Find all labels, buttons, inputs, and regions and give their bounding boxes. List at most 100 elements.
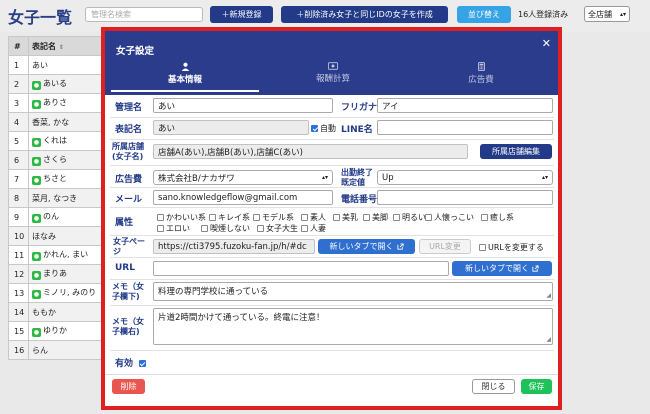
table-row[interactable]: 16 らん	[8, 340, 109, 360]
row-number: 7	[8, 169, 29, 189]
furigana-input[interactable]: アイ	[377, 98, 553, 113]
row-display-name[interactable]: ● くれは	[28, 131, 109, 151]
table-row[interactable]: 2 ● あいる	[8, 74, 109, 94]
girls-page-open-new-tab-button[interactable]: 新しいタブで開く	[318, 239, 415, 254]
attribute-checkbox[interactable]: 癒し系	[481, 212, 514, 223]
close-icon[interactable]: ✕	[542, 37, 551, 50]
row-divider	[110, 139, 554, 140]
ad-fee-select[interactable]: 株式会社B/ナカザワ ▴▾	[153, 170, 333, 185]
table-row[interactable]: 5 ● くれは	[8, 131, 109, 151]
close-button[interactable]: 閉じる	[472, 379, 515, 394]
attribute-checkbox[interactable]: 美乳	[333, 212, 358, 223]
attribute-checkbox[interactable]: モデル系	[253, 212, 294, 223]
mail-input[interactable]: sano.knowledgeflow@gmail.com	[153, 190, 333, 205]
table-row[interactable]: 9 ● のん	[8, 207, 109, 227]
phone-input[interactable]	[377, 190, 553, 205]
row-display-name-text: ももか	[32, 307, 56, 317]
create-same-id-button[interactable]: ＋削除済み女子と同じIDの女子を作成	[281, 6, 448, 23]
attribute-checkbox[interactable]: かわいい系	[157, 212, 206, 223]
attribute-checkbox[interactable]: エロい	[157, 223, 190, 234]
table-row[interactable]: 3 ● ありさ	[8, 93, 109, 113]
table-row[interactable]: 8 菜月, なつき	[8, 188, 109, 208]
girls-page-open-new-tab-label: 新しいタブで開く	[329, 242, 394, 251]
attribute-checkbox[interactable]: 明るい	[393, 212, 426, 223]
shift-end-label-line2: 既定値	[341, 178, 365, 187]
delete-button[interactable]: 削除	[112, 379, 145, 394]
row-display-name[interactable]: ● まりあ	[28, 264, 109, 284]
table-row[interactable]: 4 香菜, かな	[8, 112, 109, 132]
shift-end-label-line1: 出勤終了	[341, 168, 373, 177]
display-name-input[interactable]: あい	[153, 120, 309, 135]
auto-checkbox[interactable]: 自動	[311, 123, 336, 134]
url-change-button[interactable]: URL変更	[419, 239, 471, 254]
attribute-checkbox[interactable]: キレイ系	[209, 212, 250, 223]
search-input[interactable]	[85, 7, 203, 22]
row-display-name[interactable]: ● ミノリ, みのり	[28, 283, 109, 303]
row-number: 14	[8, 302, 29, 322]
url-open-new-tab-button[interactable]: 新しいタブで開く	[452, 261, 552, 276]
admin-name-input[interactable]: あい	[153, 98, 333, 113]
row-display-name-text: 菜月, なつき	[32, 193, 78, 203]
external-link-icon	[532, 265, 539, 272]
store-label-line2: (女子名)	[112, 152, 144, 161]
memo-right-textarea[interactable]: 片道2時間かけて通っている。終電に注意！ ◢	[153, 308, 553, 345]
store-select[interactable]: 全店舗 ▴▾	[584, 6, 630, 22]
attribute-checkbox-label: 癒し系	[490, 213, 514, 222]
save-button[interactable]: 保存	[521, 379, 552, 394]
attribute-checkbox[interactable]: 美脚	[363, 212, 388, 223]
table-row[interactable]: 1 あい	[8, 55, 109, 75]
row-display-name[interactable]: ● のん	[28, 207, 109, 227]
table-row[interactable]: 11 ● かれん, まい	[8, 245, 109, 265]
url-input[interactable]	[153, 261, 449, 276]
row-display-name[interactable]: 香菜, かな	[28, 112, 109, 132]
tab-basic-info[interactable]: 基本情報	[111, 60, 259, 92]
valid-label: 有効	[115, 359, 134, 369]
table-row[interactable]: 14 ももか	[8, 302, 109, 322]
row-display-name[interactable]: ほなみ	[28, 226, 109, 246]
row-display-name-text: のん	[43, 212, 59, 221]
row-display-name[interactable]: ● ありさ	[28, 93, 109, 113]
row-display-name[interactable]: ● ちさと	[28, 169, 109, 189]
attribute-checkbox[interactable]: 女子大生	[257, 223, 298, 234]
sort-button[interactable]: 並び替え	[457, 6, 511, 23]
attribute-checkbox[interactable]: 素人	[301, 212, 326, 223]
row-display-name-text: ありさ	[43, 98, 67, 107]
row-display-name[interactable]: ももか	[28, 302, 109, 322]
row-display-name[interactable]: らん	[28, 340, 109, 360]
attribute-checkbox-label: キレイ系	[218, 213, 250, 222]
row-divider	[110, 350, 554, 351]
girls-page-url-field: https://cti3795.fuzoku-fan.jp/h/#dc	[153, 239, 315, 254]
table-row[interactable]: 7 ● ちさと	[8, 169, 109, 189]
resize-grip-icon[interactable]: ◢	[546, 336, 551, 343]
line-icon: ●	[32, 214, 41, 223]
url-change-checkbox[interactable]: URLを変更する	[479, 242, 544, 253]
tab-ad-fee-label: 広告費	[468, 75, 494, 85]
row-display-name-text: あいる	[43, 79, 67, 88]
table-row[interactable]: 10 ほなみ	[8, 226, 109, 246]
table-row[interactable]: 6 ● さくら	[8, 150, 109, 170]
tab-compensation[interactable]: 報酬計算	[259, 60, 407, 92]
row-display-name[interactable]: 菜月, なつき	[28, 188, 109, 208]
table-row[interactable]: 15 ● ゆりか	[8, 321, 109, 341]
row-display-name[interactable]: ● あいる	[28, 74, 109, 94]
tab-ad-fee[interactable]: 広告費	[407, 60, 555, 92]
table-row[interactable]: 13 ● ミノリ, みのり	[8, 283, 109, 303]
row-display-name[interactable]: ● ゆりか	[28, 321, 109, 341]
valid-checkbox[interactable]: 有効	[115, 356, 148, 369]
attribute-checkbox[interactable]: 人妻	[301, 223, 326, 234]
memo-lower-textarea[interactable]: 料理の専門学校に通っている ◢	[153, 282, 553, 301]
table-row[interactable]: 12 ● まりあ	[8, 264, 109, 284]
row-display-name[interactable]: ● さくら	[28, 150, 109, 170]
new-registration-button[interactable]: ＋新規登録	[210, 6, 273, 23]
attribute-checkbox[interactable]: 人懐っこい	[425, 212, 474, 223]
row-display-name[interactable]: ● かれん, まい	[28, 245, 109, 265]
row-divider	[110, 279, 554, 280]
resize-grip-icon[interactable]: ◢	[546, 292, 551, 299]
shift-end-select[interactable]: Up ▴▾	[377, 170, 553, 185]
line-name-input[interactable]	[377, 120, 553, 135]
row-display-name[interactable]: あい	[28, 55, 109, 75]
attribute-checkbox[interactable]: 喫煙しない	[201, 223, 250, 234]
url-label: URL	[115, 263, 135, 273]
column-header-display-name[interactable]: 表記名 ⇕	[28, 36, 109, 56]
store-edit-button[interactable]: 所属店舗編集	[480, 144, 552, 159]
